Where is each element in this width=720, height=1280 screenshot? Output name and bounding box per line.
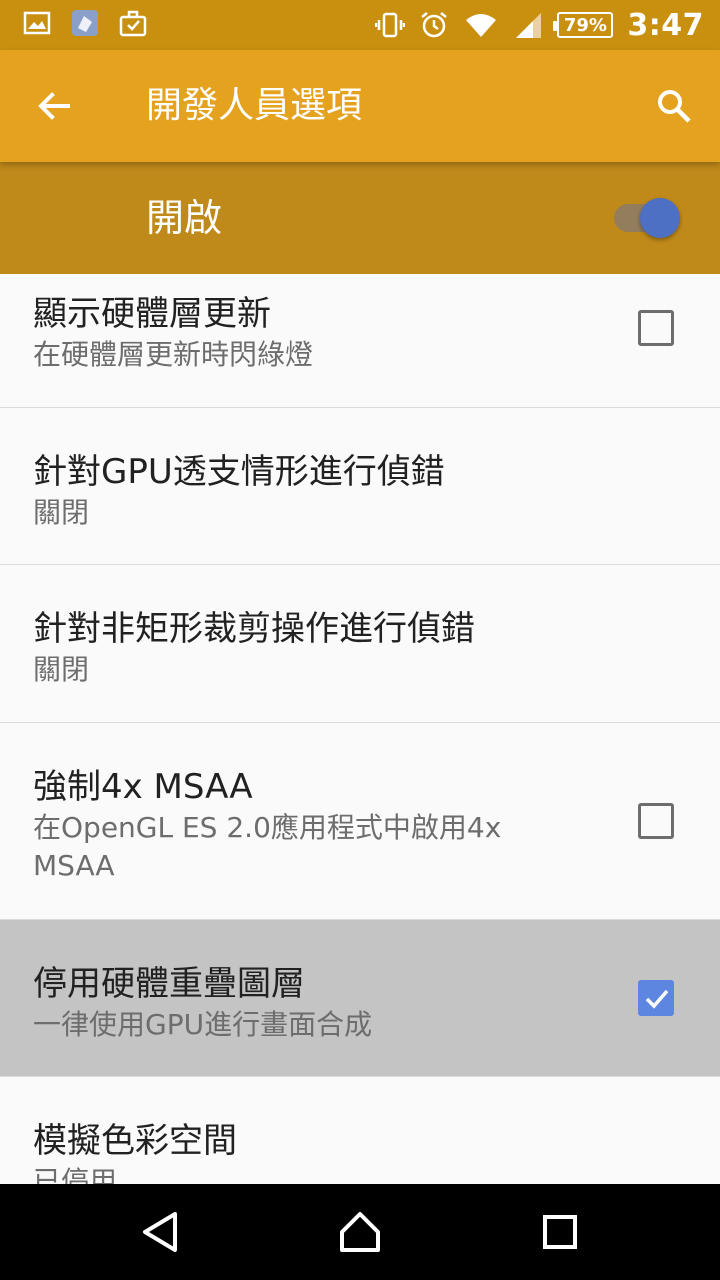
list-item-subtitle: 已停用 [33,1165,118,1184]
list-item-title: 針對非矩形裁剪操作進行偵錯 [33,609,475,649]
checkmark-icon [645,989,669,1009]
checkbox-show-hw-layers-updates[interactable] [638,310,674,346]
signal-icon [516,13,542,38]
master-switch-bar[interactable]: 開啟 [0,162,720,274]
checkbox-force-4x-msaa[interactable] [638,803,674,839]
status-bar: 79% 3:47 [0,0,720,50]
vibrate-icon [375,12,406,38]
list-item-debug-gpu-overdraw[interactable]: 針對GPU透支情形進行偵錯 關閉 [0,408,720,565]
list-item-title: 停用硬體重疊圖層 [33,964,305,1004]
app-notification-icon [72,10,98,36]
gallery-notification-icon [23,11,51,35]
list-item-show-hw-layers-updates[interactable]: 顯示硬體層更新 在硬體層更新時閃綠燈 [0,274,720,408]
nav-recents-button[interactable] [530,1202,590,1262]
list-item-force-4x-msaa[interactable]: 強制4x MSAA 在OpenGL ES 2.0應用程式中啟用4x MSAA [0,723,720,920]
master-switch-label: 開啟 [146,196,223,240]
search-icon [658,90,691,123]
triangle-back-icon [143,1212,177,1252]
download-done-icon [119,10,147,37]
list-item-subtitle-line-2: MSAA [33,849,115,882]
list-item-simulate-color-space[interactable]: 模擬色彩空間 已停用 [0,1077,720,1184]
square-recents-icon [543,1215,577,1249]
nav-back-button[interactable] [130,1202,190,1262]
home-icon [340,1212,380,1252]
list-item-title: 模擬色彩空間 [33,1121,237,1161]
list-item-subtitle: 關閉 [33,496,90,529]
checkbox-disable-hw-overlays[interactable] [638,980,674,1016]
list-item-title: 針對GPU透支情形進行偵錯 [33,452,445,492]
list-item-subtitle: 關閉 [33,653,90,686]
alarm-icon [421,12,448,38]
list-item-debug-non-rect-clip[interactable]: 針對非矩形裁剪操作進行偵錯 關閉 [0,565,720,723]
app-bar: 開發人員選項 [0,50,720,162]
list-item-disable-hw-overlays[interactable]: 停用硬體重疊圖層 一律使用GPU進行畫面合成 [0,920,720,1077]
clock: 3:47 [627,7,704,43]
search-button[interactable] [644,78,704,134]
back-button[interactable] [24,78,84,134]
list-item-title: 強制4x MSAA [33,767,253,807]
arrow-back-icon [38,92,70,120]
list-item-subtitle-line-1: 在OpenGL ES 2.0應用程式中啟用4x [33,811,502,844]
settings-list[interactable]: 顯示硬體層更新 在硬體層更新時閃綠燈 針對GPU透支情形進行偵錯 關閉 針對非矩… [0,274,720,1184]
navigation-bar [0,1184,720,1280]
battery-indicator: 79% [553,12,614,38]
nav-home-button[interactable] [330,1202,390,1262]
list-item-subtitle: 一律使用GPU進行畫面合成 [33,1008,373,1041]
page-title: 開發人員選項 [146,85,363,126]
list-item-title: 顯示硬體層更新 [33,294,271,334]
battery-level: 79% [563,14,607,36]
list-item-subtitle: 在硬體層更新時閃綠燈 [33,338,314,371]
wifi-icon [466,14,497,37]
master-switch-thumb[interactable] [640,198,680,238]
